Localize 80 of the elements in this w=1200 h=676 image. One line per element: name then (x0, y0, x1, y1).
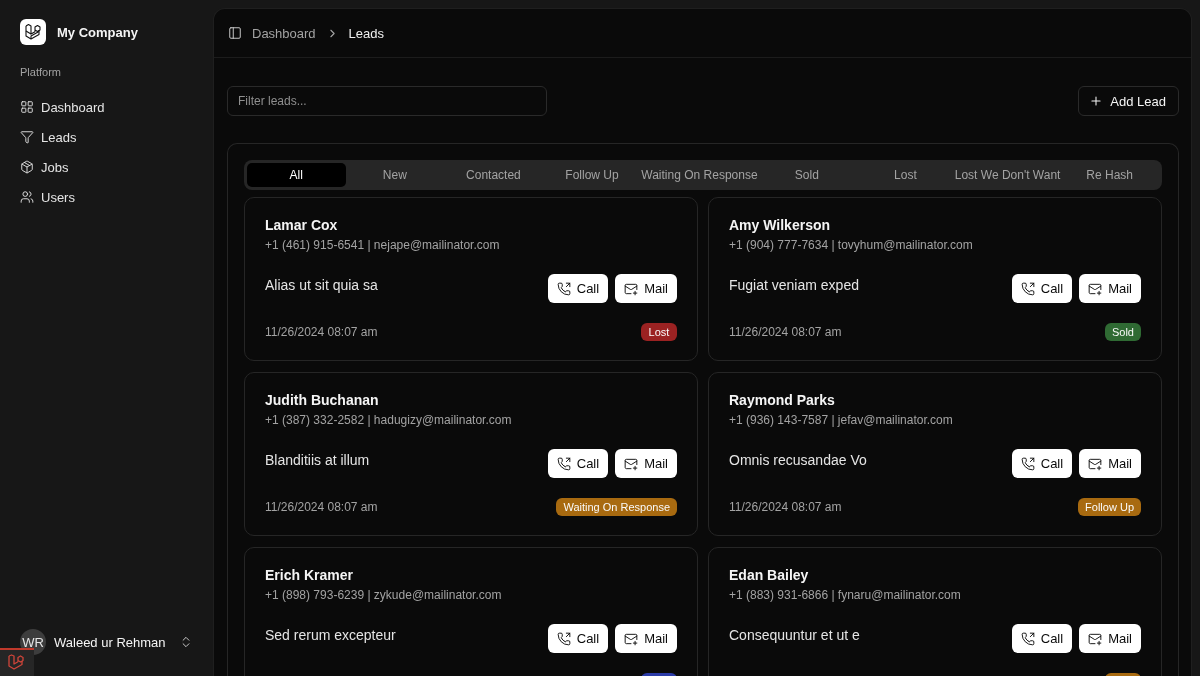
lead-note: Fugiat veniam exped (729, 276, 859, 294)
mail-icon (1088, 456, 1103, 471)
status-tab[interactable]: Follow Up (542, 163, 642, 187)
lead-name: Lamar Cox (265, 216, 339, 234)
breadcrumb-current: Leads (348, 25, 385, 41)
status-tab[interactable]: Sold (757, 163, 857, 187)
mail-button[interactable]: Mail (615, 274, 677, 303)
mail-icon (624, 281, 639, 296)
mail-icon (624, 456, 639, 471)
logo-icon (20, 19, 46, 45)
status-badge: Lost (641, 323, 677, 341)
add-lead-button[interactable]: Add Lead (1078, 86, 1179, 116)
mail-icon (624, 631, 639, 646)
mail-button[interactable]: Mail (615, 624, 677, 653)
lead-contact: +1 (936) 143-7587 | jefav@mailinator.com (729, 412, 954, 428)
users-icon (20, 190, 34, 204)
phone-icon (556, 631, 571, 646)
company-name: My Company (57, 24, 138, 40)
status-badge: Follow Up (1078, 498, 1141, 516)
status-tab[interactable]: Contacted (444, 163, 543, 187)
mail-button[interactable]: Mail (1079, 274, 1141, 303)
mail-button[interactable]: Mail (1079, 624, 1141, 653)
lead-contact: +1 (904) 777-7634 | tovyhum@mailinator.com (729, 237, 974, 253)
sidebar-item[interactable]: Dashboard (20, 92, 105, 122)
lead-date: 11/26/2024 08:07 am (729, 500, 842, 514)
package-icon (20, 160, 34, 174)
mail-icon (1088, 281, 1103, 296)
call-button[interactable]: Call (1011, 624, 1073, 653)
lead-date: 11/26/2024 08:07 am (265, 500, 378, 514)
lead-name: Raymond Parks (729, 391, 836, 409)
phone-icon (1020, 456, 1035, 471)
debug-toggle-button[interactable] (0, 648, 34, 676)
lead-note: Alias ut sit quia sa (265, 276, 378, 294)
phone-icon (1020, 631, 1035, 646)
lead-contact: +1 (387) 332-2582 | hadugizy@mailinator.com (265, 412, 513, 428)
status-tab[interactable]: Waiting On Response (641, 163, 758, 187)
breadcrumb-link[interactable]: Dashboard (252, 25, 316, 41)
call-button[interactable]: Call (547, 449, 609, 478)
section-label: Platform (20, 66, 62, 78)
lead-date: 11/26/2024 08:07 am (729, 325, 842, 339)
sidebar-item[interactable]: Jobs (20, 152, 69, 182)
lead-name: Edan Bailey (729, 566, 810, 584)
sidebar-item[interactable]: Users (20, 182, 75, 212)
mail-button[interactable]: Mail (615, 449, 677, 478)
mail-button[interactable]: Mail (1079, 449, 1141, 478)
status-tab[interactable]: All (247, 163, 346, 187)
call-button[interactable]: Call (547, 624, 609, 653)
lead-note: Omnis recusandae Vo (729, 451, 867, 469)
status-tab[interactable]: Lost (856, 163, 955, 187)
mail-icon (1088, 631, 1103, 646)
lead-name: Judith Buchanan (265, 391, 380, 409)
lead-date: 11/26/2024 08:07 am (265, 325, 378, 339)
phone-icon (556, 456, 571, 471)
status-badge: Sold (1104, 323, 1141, 341)
user-name: Waleed ur Rehman (54, 634, 167, 650)
filter-field[interactable]: Filter leads... (227, 86, 547, 116)
lead-contact: +1 (898) 793-6239 | zykude@mailinator.com (265, 587, 503, 603)
lead-contact: +1 (883) 931-6866 | fynaru@mailinator.com (729, 587, 962, 603)
lead-note: Consequuntur et ut e (729, 626, 860, 644)
grid-icon (20, 100, 34, 114)
phone-icon (556, 281, 571, 296)
lead-note: Blanditiis at illum (265, 451, 370, 469)
status-tab[interactable]: Lost We Don't Want (954, 163, 1061, 187)
call-button[interactable]: Call (547, 274, 609, 303)
logo-icon (7, 654, 27, 672)
lead-contact: +1 (461) 915-6541 | nejape@mailinator.com (265, 237, 501, 253)
panel-left-icon (228, 26, 242, 40)
call-button[interactable]: Call (1011, 449, 1073, 478)
lead-name: Erich Kramer (265, 566, 354, 584)
sidebar-toggle-button[interactable] (228, 26, 242, 40)
lead-note: Sed rerum excepteur (265, 626, 396, 644)
status-tab[interactable]: Re Hash (1060, 163, 1159, 187)
status-tab[interactable]: New (345, 163, 445, 187)
sidebar-item[interactable]: Leads (20, 122, 77, 152)
funnel-icon (20, 130, 34, 144)
phone-icon (1020, 281, 1035, 296)
lead-name: Amy Wilkerson (729, 216, 831, 234)
call-button[interactable]: Call (1011, 274, 1073, 303)
plus-icon (1089, 94, 1104, 108)
status-badge: Waiting On Response (556, 498, 677, 516)
